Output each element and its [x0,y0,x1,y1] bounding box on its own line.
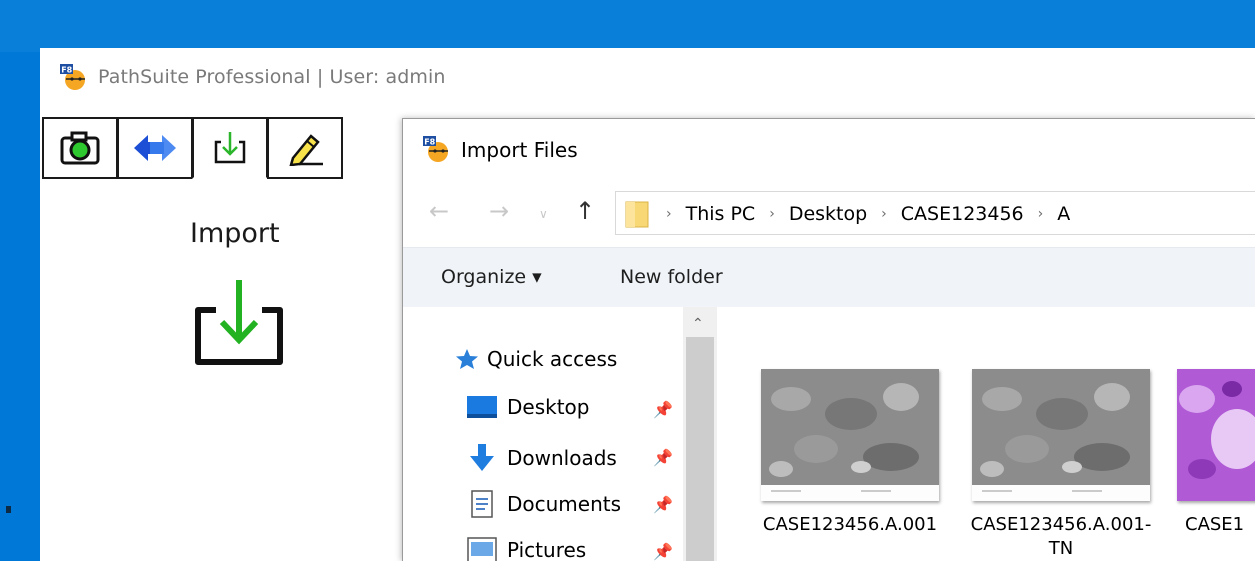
app-logo-icon: F8 [58,62,86,90]
nav-item-pictures[interactable]: Pictures [465,537,586,561]
import-heading: Import [190,218,280,249]
nav-item-quick-access[interactable]: Quick access [453,347,617,371]
tool-tabs [42,117,343,179]
file-thumbnail [972,369,1150,501]
breadcrumb-separator: › [1037,206,1044,222]
breadcrumb: › This PC › Desktop › CASE123456 › A [666,203,1070,225]
import-large-icon [192,276,288,377]
nav-item-label: Downloads [507,446,617,470]
pictures-icon [465,537,499,561]
nav-item-label: Quick access [487,347,618,371]
back-arrow-icon[interactable]: ← [429,197,449,225]
new-folder-button[interactable]: New folder [620,266,723,288]
breadcrumb-separator: › [881,206,887,222]
app-titlebar: F8 PathSuite Professional | User: admin [40,48,1255,108]
breadcrumb-this-pc[interactable]: This PC [686,203,756,225]
file-tile[interactable]: CASE1 [1177,369,1255,537]
pin-icon: 📌 [653,497,673,514]
app-title: PathSuite Professional | User: admin [98,66,446,88]
import-icon [212,130,248,166]
file-tile[interactable]: CASE123456.A.001 [755,369,945,537]
organize-button[interactable]: Organize ▾ [441,266,542,288]
pin-icon: 📌 [653,544,673,561]
breadcrumb-desktop[interactable]: Desktop [789,203,867,225]
transfer-arrows-icon [132,131,178,165]
svg-text:F8: F8 [424,138,435,147]
breadcrumb-separator: › [666,206,672,222]
navigation-pane: Quick access Desktop 📌 Downloads 📌 Docum… [403,307,683,561]
file-thumbnail [761,369,939,501]
nav-item-label: Desktop [507,395,590,419]
dialog-toolbar: Organize ▾ New folder [403,247,1255,307]
desktop-icon [465,395,499,419]
download-arrow-icon [465,443,499,473]
desktop-background [0,0,1255,52]
file-thumbnail [1177,369,1255,501]
dialog-logo-icon: F8 [421,134,451,169]
folder-icon [624,200,650,233]
forward-arrow-icon[interactable]: → [489,197,509,225]
breadcrumb-case-folder[interactable]: CASE123456 [901,203,1024,225]
address-bar[interactable]: › This PC › Desktop › CASE123456 › A [615,191,1255,235]
pin-icon: 📌 [653,402,673,419]
desktop-marker [6,506,11,513]
file-tile[interactable]: CASE123456.A.001-TN [966,369,1156,561]
nav-item-downloads[interactable]: Downloads [465,443,617,473]
scroll-up-arrow-icon[interactable]: ⌃ [692,315,704,332]
file-name: CASE1 [1185,514,1245,535]
recent-locations-chevron-icon[interactable]: ∨ [539,207,548,221]
camera-icon [60,131,100,165]
nav-item-desktop[interactable]: Desktop [465,395,589,419]
file-name: CASE123456.A.001 [762,514,938,535]
document-icon [465,490,499,518]
import-files-dialog: F8 Import Files ← → ∨ ↑ › This PC › Desk… [402,118,1255,561]
tab-transfer[interactable] [117,117,193,179]
file-name: CASE123456.A.001-TN [970,514,1152,559]
files-pane: CASE123456.A.001 CASE123456.A.001-TN CAS… [717,307,1255,561]
star-icon [453,348,481,370]
nav-item-label: Documents [507,492,622,516]
pencil-icon [285,130,325,166]
tab-capture[interactable] [42,117,118,179]
tab-import[interactable] [192,117,268,179]
breadcrumb-a-folder[interactable]: A [1057,203,1070,225]
navigation-scrollbar[interactable]: ⌃ [683,307,717,561]
scroll-thumb[interactable] [686,337,714,561]
tab-edit[interactable] [267,117,343,179]
pin-icon: 📌 [653,450,673,467]
dialog-title: Import Files [461,138,578,162]
up-arrow-icon[interactable]: ↑ [575,197,595,225]
nav-item-label: Pictures [507,538,587,561]
svg-text:F8: F8 [61,66,72,75]
breadcrumb-separator: › [769,206,775,222]
nav-item-documents[interactable]: Documents [465,490,621,518]
